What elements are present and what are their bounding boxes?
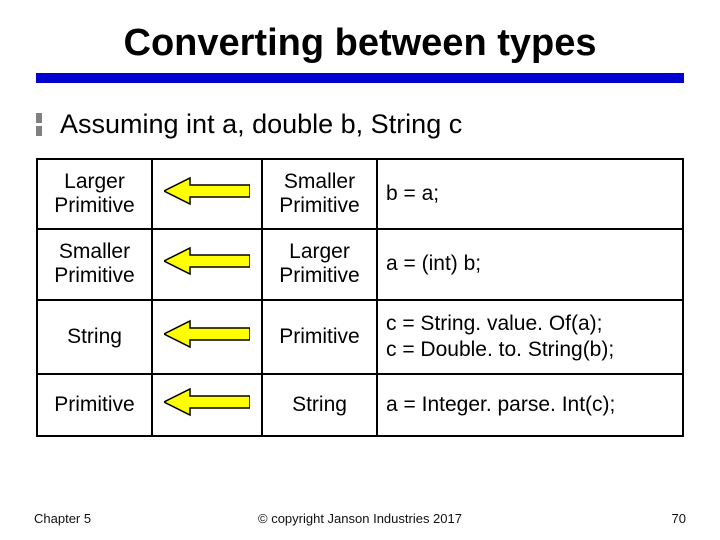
left-arrow-icon bbox=[164, 319, 250, 349]
cell-arrow bbox=[152, 300, 262, 375]
footer-chapter: Chapter 5 bbox=[34, 511, 91, 526]
cell-mid: String bbox=[262, 374, 377, 436]
cell-mid: Larger Primitive bbox=[262, 229, 377, 299]
table-row: Larger Primitive Smaller Primitive b = a… bbox=[37, 159, 683, 229]
cell-left: Larger Primitive bbox=[37, 159, 152, 229]
cell-code: a = Integer. parse. Int(c); bbox=[377, 374, 683, 436]
page-number: 70 bbox=[672, 511, 686, 526]
left-arrow-icon bbox=[164, 176, 250, 206]
footer: Chapter 5 © copyright Janson Industries … bbox=[0, 511, 720, 526]
left-arrow-icon bbox=[164, 246, 250, 276]
cell-arrow bbox=[152, 159, 262, 229]
table-row: Smaller Primitive Larger Primitive a = (… bbox=[37, 229, 683, 299]
cell-left: Smaller Primitive bbox=[37, 229, 152, 299]
cell-mid: Primitive bbox=[262, 300, 377, 375]
slide-title: Converting between types bbox=[36, 22, 684, 65]
cell-code: b = a; bbox=[377, 159, 683, 229]
bullet-glyph-icon bbox=[36, 113, 48, 136]
left-arrow-icon bbox=[164, 387, 250, 417]
bullet-item: Assuming int a, double b, String c bbox=[36, 109, 684, 140]
table-row: String Primitive c = String. value. Of(a… bbox=[37, 300, 683, 375]
conversion-table: Larger Primitive Smaller Primitive b = a… bbox=[36, 158, 684, 437]
slide: Converting between types Assuming int a,… bbox=[0, 0, 720, 540]
cell-mid: Smaller Primitive bbox=[262, 159, 377, 229]
cell-code: c = String. value. Of(a);c = Double. to.… bbox=[377, 300, 683, 375]
cell-code: a = (int) b; bbox=[377, 229, 683, 299]
cell-arrow bbox=[152, 229, 262, 299]
cell-left: Primitive bbox=[37, 374, 152, 436]
table-row: Primitive String a = Integer. parse. Int… bbox=[37, 374, 683, 436]
cell-arrow bbox=[152, 374, 262, 436]
bullet-text: Assuming int a, double b, String c bbox=[60, 109, 462, 140]
title-underline bbox=[36, 73, 684, 83]
cell-left: String bbox=[37, 300, 152, 375]
footer-copyright: © copyright Janson Industries 2017 bbox=[0, 511, 720, 526]
